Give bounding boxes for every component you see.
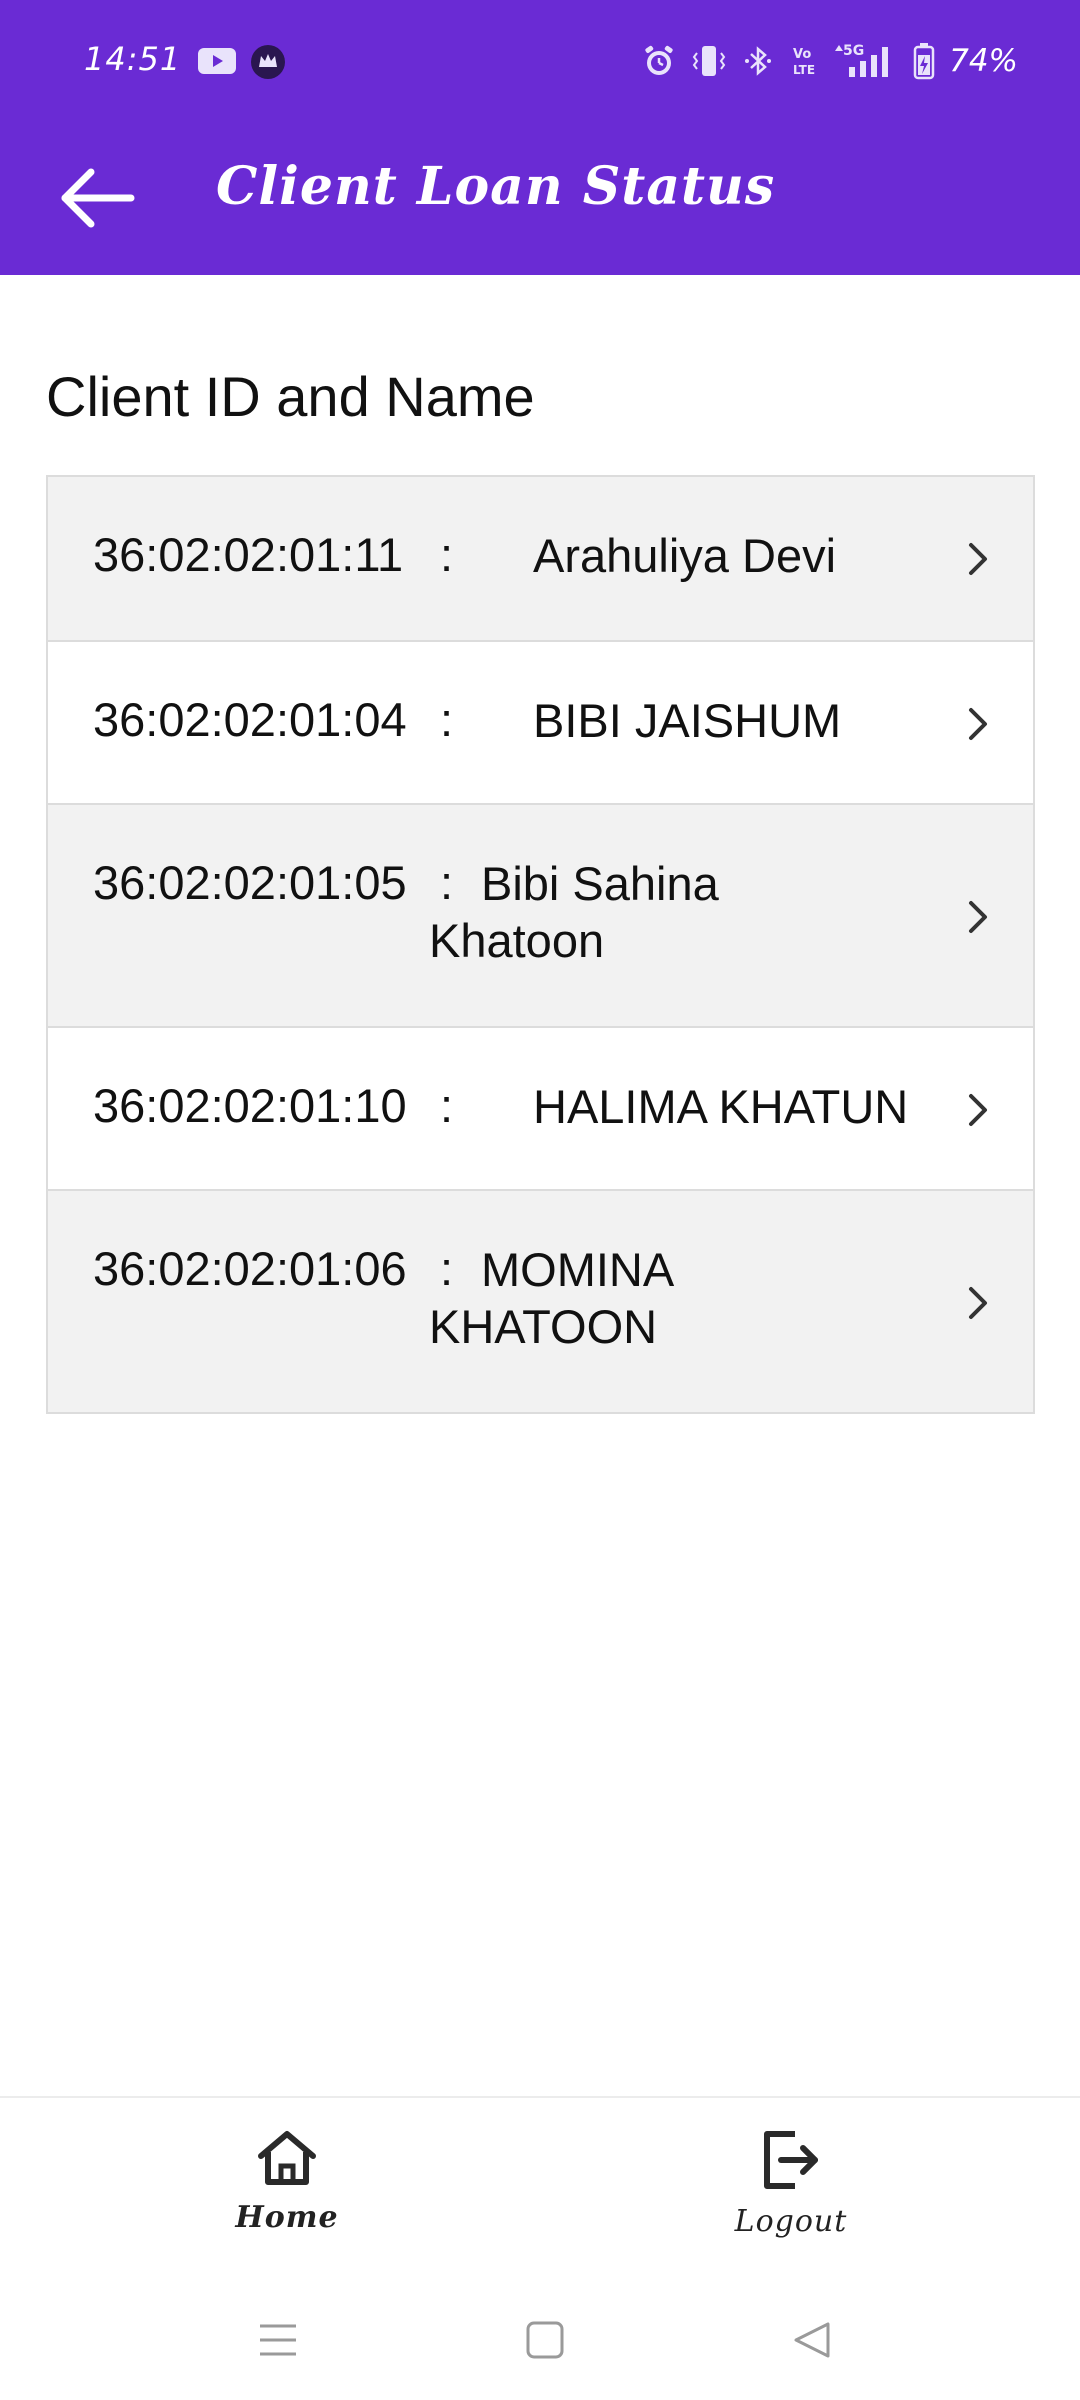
page-title: Client Loan Status [216, 156, 776, 217]
volte-icon: Vo LTE [791, 43, 819, 79]
nav-logout-button[interactable]: Logout [691, 2128, 891, 2268]
home-icon [258, 2131, 316, 2185]
app-bar: Client Loan Status [0, 122, 1080, 275]
system-back-button[interactable] [782, 2310, 842, 2370]
triangle-back-icon [794, 2322, 830, 2358]
chevron-right-icon [963, 1090, 993, 1130]
status-icons: Vo LTE 5G 74% [641, 38, 1018, 84]
client-row[interactable]: 36:02:02:01:06 : MOMINA KHATOON [48, 1189, 1033, 1412]
client-separator: : [440, 1079, 454, 1132]
client-name: MOMINA KHATOON [429, 1243, 672, 1353]
logout-icon [764, 2131, 818, 2189]
svg-text:LTE: LTE [793, 63, 815, 77]
client-id: 36:02:02:01:11 [93, 528, 404, 581]
client-name: BIBI JAISHUM [533, 694, 842, 747]
chevron-right-icon [963, 897, 993, 937]
status-bar: 14:51 Vo LTE 5G 74% [0, 0, 1080, 122]
client-separator: : [440, 528, 454, 581]
signal-5g-icon: 5G [833, 41, 899, 81]
nav-home-button[interactable]: Home [187, 2128, 387, 2268]
client-name: Arahuliya Devi [533, 529, 837, 582]
client-name: Bibi Sahina Khatoon [429, 857, 719, 967]
client-separator: : [440, 693, 454, 746]
client-id: 36:02:02:01:05 [93, 856, 407, 909]
client-row[interactable]: 36:02:02:01:10 : HALIMA KHATUN [48, 1026, 1033, 1189]
bottom-nav: Home Logout [0, 2096, 1080, 2280]
arrow-left-icon [61, 168, 135, 228]
youtube-icon [198, 46, 238, 81]
chevron-right-icon [963, 704, 993, 744]
battery-charging-icon [913, 42, 935, 80]
svg-text:5G: 5G [843, 43, 864, 59]
system-home-button[interactable] [515, 2310, 575, 2370]
nav-home-label: Home [235, 2200, 339, 2235]
client-id: 36:02:02:01:04 [93, 693, 407, 746]
svg-text:Vo: Vo [793, 47, 811, 62]
recents-button[interactable] [248, 2310, 308, 2370]
chevron-right-icon [963, 1283, 993, 1323]
system-nav-bar [0, 2280, 1080, 2400]
client-list: 36:02:02:01:11 : Arahuliya Devi 36:02:02… [46, 475, 1035, 1414]
status-time: 14:51 [84, 40, 182, 78]
client-id: 36:02:02:01:06 [93, 1242, 407, 1295]
battery-percent: 74% [949, 43, 1018, 79]
crown-app-icon [250, 44, 286, 85]
client-name: HALIMA KHATUN [533, 1080, 909, 1133]
vibrate-icon [691, 43, 727, 79]
square-icon [526, 2321, 564, 2359]
nav-logout-label: Logout [734, 2204, 848, 2239]
bluetooth-icon [741, 43, 777, 79]
client-row[interactable]: 36:02:02:01:11 : Arahuliya Devi [48, 477, 1033, 640]
section-title: Client ID and Name [46, 365, 535, 428]
alarm-icon [641, 43, 677, 79]
client-row[interactable]: 36:02:02:01:04 : BIBI JAISHUM [48, 640, 1033, 803]
client-id: 36:02:02:01:10 [93, 1079, 407, 1132]
client-row[interactable]: 36:02:02:01:05 : Bibi Sahina Khatoon [48, 803, 1033, 1026]
chevron-right-icon [963, 539, 993, 579]
menu-icon [260, 2324, 296, 2356]
back-button[interactable] [52, 158, 142, 238]
